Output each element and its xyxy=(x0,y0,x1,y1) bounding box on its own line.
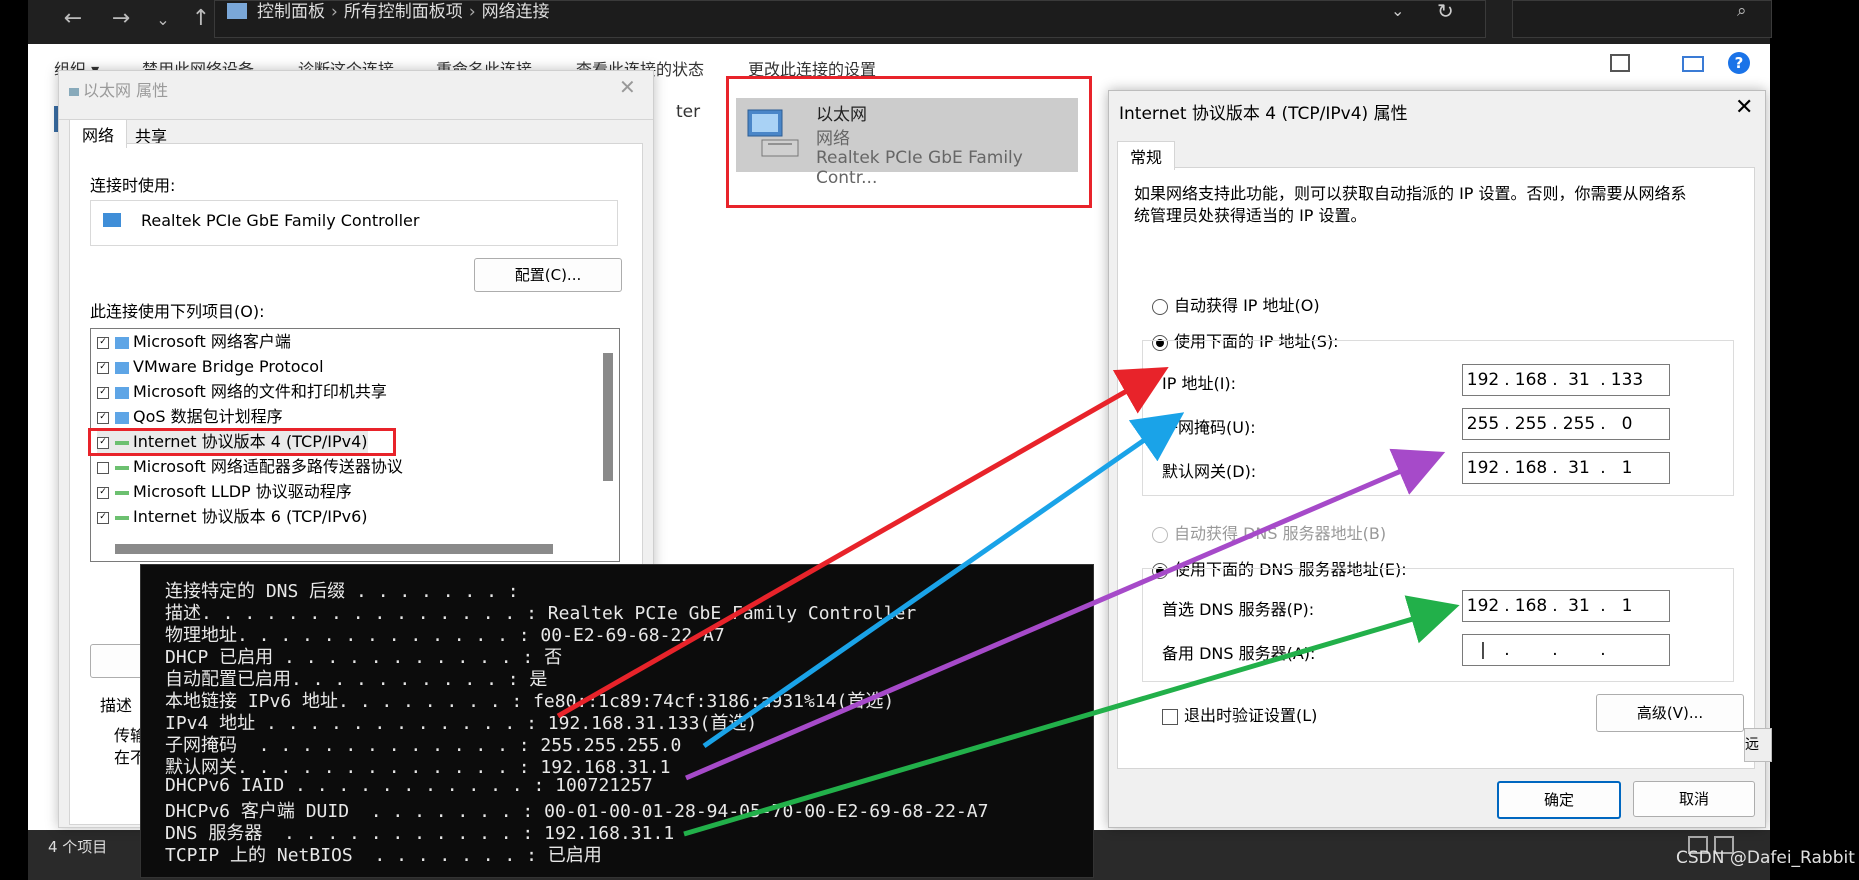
list-item[interactable]: ✓ VMware Bridge Protocol xyxy=(97,354,324,379)
preferred-dns-field[interactable]: 192. 168. 31. 1 xyxy=(1462,590,1670,622)
checkbox[interactable]: ✓ xyxy=(97,336,109,349)
configure-button[interactable]: 配置(C)... xyxy=(474,258,622,292)
mask-label: 子网掩码(U): xyxy=(1162,418,1256,437)
ipconfig-console: 连接特定的 DNS 后缀 . . . . . . . : 描述. . . . .… xyxy=(140,564,1094,878)
breadcrumb-item[interactable]: 控制面板 xyxy=(257,2,325,22)
intro-text: 如果网络支持此功能，则可以获取自动指派的 IP 设置。否则，你需要从网络系 xyxy=(1134,184,1687,203)
ipv4-highlight-box xyxy=(88,428,396,456)
breadcrumb-item[interactable]: 所有控制面板项 xyxy=(344,2,463,22)
radio-button[interactable] xyxy=(1152,526,1168,543)
tab-network[interactable]: 网络 xyxy=(69,119,128,148)
checkbox[interactable]: ✓ xyxy=(97,511,109,524)
ethernet-icon xyxy=(69,88,79,96)
adapter-name: Realtek PCIe GbE Family Controller xyxy=(141,211,420,230)
alternate-dns-field[interactable]: |... xyxy=(1462,634,1670,666)
list-item[interactable]: ✓ Microsoft 网络客户端 xyxy=(97,329,291,354)
list-item[interactable]: Microsoft 网络适配器多路传送器协议 xyxy=(97,454,403,479)
service-icon xyxy=(115,386,129,399)
console-line: 物理地址. . . . . . . . . . . . . : 00-E2-69… xyxy=(165,625,725,646)
breadcrumb-item[interactable]: 网络连接 xyxy=(482,2,550,22)
dialog-title: Internet 协议版本 4 (TCP/IPv4) 属性 xyxy=(1119,104,1408,124)
protocol-icon xyxy=(115,490,129,495)
help-icon[interactable]: ? xyxy=(1728,52,1750,74)
radio-button[interactable] xyxy=(1152,298,1168,315)
breadcrumb: 控制面板 › 所有控制面板项 › 网络连接 xyxy=(257,2,550,22)
checkbox[interactable]: ✓ xyxy=(97,386,109,399)
forward-icon[interactable]: → xyxy=(104,6,138,31)
list-item[interactable]: ✓ QoS 数据包计划程序 xyxy=(97,404,283,429)
adapter-highlight-box xyxy=(726,76,1092,208)
console-line: 描述. . . . . . . . . . . . . . . : Realte… xyxy=(165,603,917,624)
ip-address-field[interactable]: 192. 168. 31. 133 xyxy=(1462,364,1670,396)
console-line: DHCPv6 IAID . . . . . . . . . . . : 1007… xyxy=(165,775,653,796)
protocol-icon xyxy=(115,515,129,520)
service-icon xyxy=(115,411,129,424)
intro-text: 统管理员处获得适当的 IP 设置。 xyxy=(1134,206,1367,225)
cancel-button[interactable]: 取消 xyxy=(1633,781,1755,817)
horizontal-scrollbar[interactable] xyxy=(115,544,553,554)
console-line: 子网掩码 . . . . . . . . . . . . : 255.255.2… xyxy=(165,735,682,756)
tab-general[interactable]: 常规 xyxy=(1117,141,1176,170)
protocol-icon xyxy=(115,465,129,470)
view-options-icon[interactable] xyxy=(1610,54,1630,72)
close-icon[interactable]: ✕ xyxy=(619,75,636,99)
checkbox[interactable]: ✓ xyxy=(97,411,109,424)
up-icon[interactable]: ↑ xyxy=(184,6,218,31)
items-label: 此连接使用下列项目(O): xyxy=(90,302,265,321)
ok-button[interactable]: 确定 xyxy=(1497,781,1621,819)
gateway-label: 默认网关(D): xyxy=(1162,462,1257,481)
search-input[interactable]: ⌕ xyxy=(1512,0,1772,38)
list-item[interactable]: ✓ Microsoft 网络的文件和打印机共享 xyxy=(97,379,387,404)
ip-label: IP 地址(I): xyxy=(1162,374,1237,393)
adapter-icon xyxy=(103,213,121,227)
advanced-button[interactable]: 高级(V)... xyxy=(1596,694,1744,732)
service-icon xyxy=(115,361,129,374)
checkbox[interactable]: ✓ xyxy=(97,361,109,374)
explorer-toolbar: ← → ⌄ ↑ 控制面板 › 所有控制面板项 › 网络连接 ⌄ ↻ ⌕ xyxy=(28,0,1772,44)
console-line: 连接特定的 DNS 后缀 . . . . . . . : xyxy=(165,581,519,602)
gateway-field[interactable]: 192. 168. 31. 1 xyxy=(1462,452,1670,484)
auto-ip-radio[interactable]: 自动获得 IP 地址(O) xyxy=(1152,292,1320,316)
alternate-dns-label: 备用 DNS 服务器(A): xyxy=(1162,644,1316,663)
checkbox[interactable] xyxy=(97,461,109,474)
item-count: 4 个项目 xyxy=(48,838,108,856)
subnet-mask-field[interactable]: 255. 255. 255. 0 xyxy=(1462,408,1670,440)
vertical-scrollbar[interactable] xyxy=(603,353,613,481)
control-panel-icon xyxy=(227,3,247,19)
description-label: 描述 xyxy=(100,696,133,715)
console-line: IPv4 地址 . . . . . . . . . . . . : 192.16… xyxy=(165,713,758,734)
back-icon[interactable]: ← xyxy=(56,6,90,31)
console-line: DNS 服务器 . . . . . . . . . . . : 192.168.… xyxy=(165,823,675,844)
search-icon: ⌕ xyxy=(1737,1,1747,21)
console-line: TCPIP 上的 NetBIOS . . . . . . . : 已启用 xyxy=(165,845,602,866)
client-icon xyxy=(115,336,129,349)
chevron-down-icon[interactable]: ⌄ xyxy=(146,10,180,29)
auto-dns-radio[interactable]: 自动获得 DNS 服务器地址(B) xyxy=(1152,520,1386,544)
dialog-title: 以太网 属性 xyxy=(69,77,168,101)
refresh-icon[interactable]: ↻ xyxy=(1437,0,1454,23)
console-line: 本地链接 IPv6 地址. . . . . . . . : fe80::1c89… xyxy=(165,691,895,712)
list-item[interactable]: ✓ Microsoft LLDP 协议驱动程序 xyxy=(97,479,352,504)
remote-tab-partial[interactable]: 远程 xyxy=(1744,728,1772,762)
console-line: DHCPv6 客户端 DUID . . . . . . . : 00-01-00… xyxy=(165,801,989,822)
console-line: 自动配置已启用. . . . . . . . . . : 是 xyxy=(165,669,548,690)
close-icon[interactable]: ✕ xyxy=(1735,95,1753,120)
partial-adapter-label: ter xyxy=(676,102,701,122)
watermark: CSDN @Dafei_Rabbit xyxy=(1676,848,1855,868)
address-bar[interactable]: 控制面板 › 所有控制面板项 › 网络连接 ⌄ ↻ xyxy=(214,0,1486,38)
tab-panel: 如果网络支持此功能，则可以获取自动指派的 IP 设置。否则，你需要从网络系 统管… xyxy=(1117,167,1755,769)
ipv4-properties-dialog: Internet 协议版本 4 (TCP/IPv4) 属性 ✕ 常规 如果网络支… xyxy=(1108,90,1766,828)
preferred-dns-label: 首选 DNS 服务器(P): xyxy=(1162,600,1315,619)
adapter-field: Realtek PCIe GbE Family Controller xyxy=(90,200,618,246)
console-line: DHCP 已启用 . . . . . . . . . . . : 否 xyxy=(165,647,563,668)
dropdown-icon[interactable]: ⌄ xyxy=(1391,1,1404,20)
connect-using-label: 连接时使用: xyxy=(90,176,176,195)
console-line: 默认网关. . . . . . . . . . . . . : 192.168.… xyxy=(165,757,671,778)
list-item[interactable]: ✓ Internet 协议版本 6 (TCP/IPv6) xyxy=(97,504,368,529)
validate-checkbox[interactable]: 退出时验证设置(L) xyxy=(1162,702,1317,726)
checkbox[interactable] xyxy=(1162,708,1178,725)
checkbox[interactable]: ✓ xyxy=(97,486,109,499)
preview-pane-icon[interactable] xyxy=(1682,56,1704,72)
